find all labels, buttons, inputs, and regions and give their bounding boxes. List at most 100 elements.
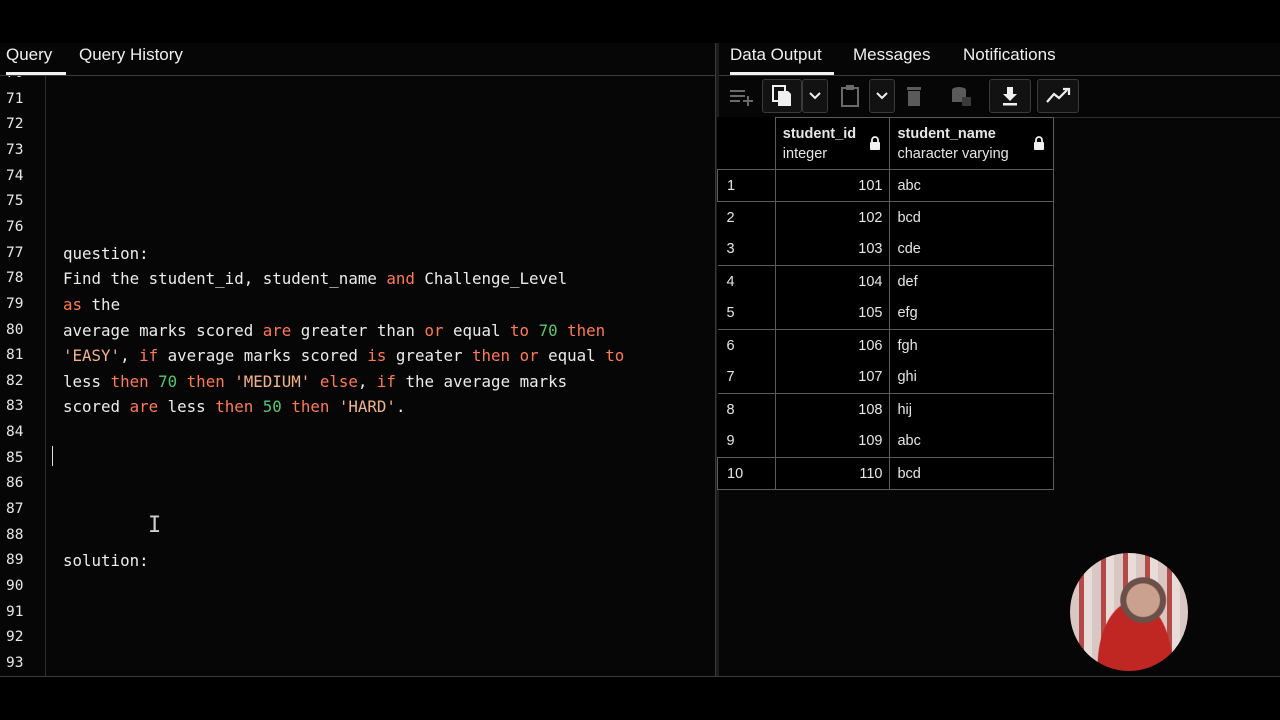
code-token: , [357,371,377,391]
student-id-cell[interactable]: 103 [774,233,891,266]
data-output-toolbar [719,76,1280,118]
line-number: 73 [6,141,24,158]
tab-query[interactable]: Query [6,43,66,75]
grid-corner-cell[interactable] [717,117,776,170]
code-token: 50 [262,397,282,417]
code-line: less then 70 then 'MEDIUM' else, if the … [63,372,567,391]
student-id-cell[interactable]: 110 [774,457,891,490]
student-id-cell[interactable]: 104 [774,265,891,298]
line-number: 75 [6,193,24,210]
code-token: greater than [291,320,425,340]
query-editor[interactable]: 70 71 72 73 74 75 76 77 78 79 80 81 82 83 84 85 86 87 88 89… [0,76,716,676]
gutter-divider [45,76,46,676]
line-number: 82 [6,372,24,389]
student-name-cell[interactable]: def [889,265,1054,298]
download-button[interactable] [989,79,1031,113]
code-token: are [262,320,292,340]
line-number: 70 [6,76,28,81]
student-id-cell[interactable]: 105 [774,297,891,330]
add-row-icon [730,90,753,106]
code-token: equal [538,346,606,366]
code-token: average marks scored [158,346,368,366]
student-name-cell[interactable]: abc [889,169,1054,202]
table-row[interactable]: 6 106 fgh [717,329,1054,362]
student-id-cell[interactable]: 108 [774,393,891,426]
line-number: 78 [6,270,24,287]
graph-visualiser-button[interactable] [1037,79,1079,113]
delete-button [899,79,929,113]
code-token: or [519,346,539,366]
paste-button [832,79,868,113]
code-token: average marks scored [63,320,263,340]
code-token: 'MEDIUM' [234,371,311,391]
table-row[interactable]: 7 107 ghi [717,361,1054,394]
row-number-cell[interactable]: 4 [717,265,776,298]
table-row[interactable]: 4 104 def [717,265,1054,298]
line-number: 91 [6,603,24,620]
student-id-cell[interactable]: 106 [774,329,891,362]
table-row[interactable]: 10 110 bcd [717,457,1054,490]
student-name-cell[interactable]: efg [889,297,1054,330]
line-number: 89 [6,552,24,569]
line-number: 81 [6,347,24,364]
line-number: 80 [6,321,24,338]
code-token: if [376,371,396,391]
row-number-cell[interactable]: 1 [717,169,776,202]
student-id-cell[interactable]: 107 [774,361,891,394]
student-name-cell[interactable]: ghi [889,361,1054,394]
student-name-cell[interactable]: cde [889,233,1054,266]
row-number-cell[interactable]: 7 [717,361,776,394]
code-token: 'HARD' [338,397,396,417]
table-row[interactable]: 5 105 efg [717,297,1054,330]
lock-icon [1034,136,1044,150]
table-row[interactable]: 9 109 abc [717,425,1054,458]
row-number-cell[interactable]: 2 [717,201,776,234]
row-number-cell[interactable]: 10 [717,457,776,490]
student-id-cell[interactable]: 102 [774,201,891,234]
code-line: question: [63,244,149,263]
tab-notifications[interactable]: Notifications [963,43,1056,75]
add-row-button [724,79,760,113]
student-name-cell[interactable]: hij [889,393,1054,426]
student-id-cell[interactable]: 101 [774,169,891,202]
tab-data-output[interactable]: Data Output [730,43,834,75]
line-number: 79 [6,295,24,312]
line-number: 88 [6,526,24,543]
bottom-bar [0,676,1280,720]
code-token: less [63,371,111,391]
row-number-cell[interactable]: 6 [717,329,776,362]
student-name-cell[interactable]: fgh [889,329,1054,362]
student-id-cell[interactable]: 109 [774,425,891,458]
copy-options-dropdown[interactable] [802,79,828,113]
paste-options-dropdown[interactable] [869,79,895,113]
line-number: 86 [6,475,24,492]
copy-button[interactable] [762,79,802,113]
code-token: the [82,294,121,314]
tab-query-history[interactable]: Query History [79,43,183,75]
row-number-cell[interactable]: 3 [717,233,776,266]
table-row[interactable]: 1 101 abc [717,169,1054,202]
student-name-cell[interactable]: bcd [889,457,1054,490]
table-row[interactable]: 8 108 hij [717,393,1054,426]
chevron-down-icon [876,92,888,100]
tab-messages[interactable]: Messages [853,43,930,75]
column-header-student-name[interactable]: student_name character varying [889,117,1054,170]
table-row[interactable]: 2 102 bcd [717,201,1054,234]
results-grid: student_id integer student_name characte… [717,117,1054,490]
column-name: student_name [897,125,996,142]
table-row[interactable]: 3 103 cde [717,233,1054,266]
student-name-cell[interactable]: abc [889,425,1054,458]
line-number: 72 [6,116,24,133]
column-header-student-id[interactable]: student_id integer [774,117,891,170]
code-token: or [424,320,444,340]
line-number: 92 [6,629,24,646]
row-number-cell[interactable]: 5 [717,297,776,330]
row-number-cell[interactable]: 8 [717,393,776,426]
row-number-cell[interactable]: 9 [717,425,776,458]
line-number: 76 [6,218,24,235]
code-token: 70 [158,371,178,391]
student-name-cell[interactable]: bcd [889,201,1054,234]
